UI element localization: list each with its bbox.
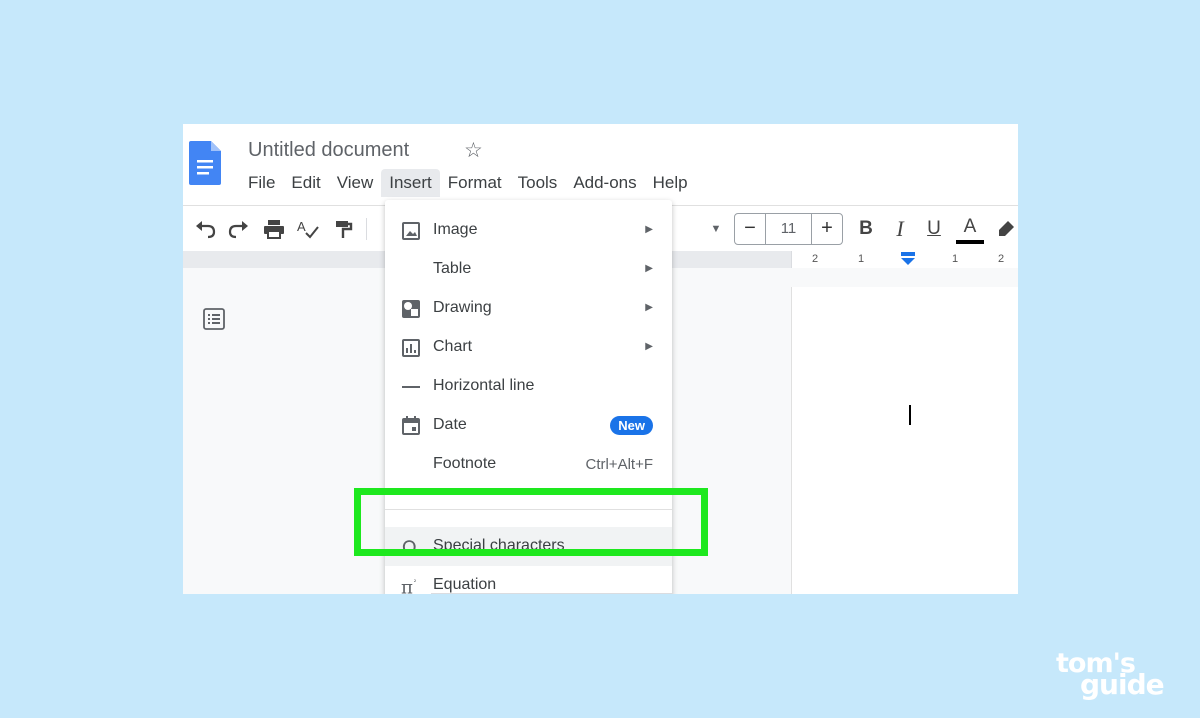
menu-item-label: Date (433, 416, 467, 433)
menu-separator (431, 593, 672, 594)
indent-marker-icon[interactable] (900, 252, 916, 266)
undo-icon[interactable] (191, 214, 219, 244)
ruler[interactable]: 2 1 1 2 (791, 251, 1018, 268)
underline-button[interactable]: U (922, 214, 946, 244)
menu-item-chart[interactable]: Chart ▶ (385, 328, 672, 367)
submenu-arrow-icon: ▶ (645, 302, 653, 313)
google-docs-logo-icon[interactable] (189, 141, 221, 185)
submenu-arrow-icon: ▶ (645, 263, 653, 274)
increase-font-size-button[interactable]: + (812, 214, 842, 244)
menu-view[interactable]: View (329, 169, 382, 197)
image-icon (402, 222, 420, 240)
menu-format[interactable]: Format (440, 169, 510, 197)
toolbar-separator (366, 218, 367, 240)
toms-guide-logo: tom's guide (1056, 648, 1178, 701)
menu-tools[interactable]: Tools (510, 169, 566, 197)
menu-item-label: Chart (433, 338, 473, 355)
spellcheck-icon[interactable]: A (294, 214, 322, 244)
document-page[interactable] (791, 287, 1018, 594)
chart-icon (402, 339, 420, 357)
svg-text:A: A (297, 219, 306, 234)
menu-bar: File Edit View Insert Format Tools Add-o… (240, 169, 696, 197)
document-title[interactable]: Untitled document (248, 139, 409, 162)
keyboard-shortcut: Ctrl+Alt+F (585, 456, 653, 473)
submenu-arrow-icon: ▶ (645, 224, 653, 235)
menu-addons[interactable]: Add-ons (565, 169, 644, 197)
document-outline-icon[interactable] (203, 308, 225, 330)
horizontal-line-icon (402, 386, 420, 388)
menu-help[interactable]: Help (645, 169, 696, 197)
font-dropdown-arrow-icon[interactable]: ▼ (708, 214, 724, 244)
highlight-color-icon[interactable] (994, 214, 1018, 244)
menu-item-label: Footnote (433, 455, 497, 472)
drawing-icon (402, 300, 420, 318)
menu-item-footnote[interactable]: Footnote Ctrl+Alt+F (385, 445, 672, 484)
menu-item-label: Table (433, 260, 472, 277)
pi-icon: π² (401, 577, 417, 594)
menu-item-label: Drawing (433, 299, 492, 316)
menu-item-horizontal-line[interactable]: Horizontal line (385, 367, 672, 406)
text-color-button[interactable]: A (956, 214, 984, 244)
menu-item-label: Equation (433, 576, 497, 593)
menu-insert[interactable]: Insert (381, 169, 440, 197)
submenu-arrow-icon: ▶ (645, 341, 653, 352)
ruler-label: 2 (998, 253, 1005, 265)
menu-item-image[interactable]: Image ▶ (385, 211, 672, 250)
menu-file[interactable]: File (240, 169, 283, 197)
new-badge: New (610, 416, 653, 435)
menu-item-date[interactable]: Date New (385, 406, 672, 445)
ruler-label: 1 (952, 253, 959, 265)
italic-button[interactable]: I (888, 214, 912, 244)
text-cursor (909, 405, 911, 425)
svg-text:π: π (401, 577, 413, 594)
menu-item-label: Image (433, 221, 478, 238)
svg-text:²: ² (414, 579, 417, 586)
font-size-stepper: − 11 + (734, 213, 843, 245)
menu-item-label: Horizontal line (433, 377, 535, 394)
menu-item-drawing[interactable]: Drawing ▶ (385, 289, 672, 328)
paint-format-icon[interactable] (329, 214, 357, 244)
calendar-icon (402, 416, 420, 435)
ruler-label: 2 (812, 253, 819, 265)
star-icon[interactable]: ☆ (464, 138, 483, 163)
redo-icon[interactable] (225, 214, 253, 244)
ruler-label: 1 (858, 253, 865, 265)
print-icon[interactable] (260, 214, 288, 244)
font-size-input[interactable]: 11 (765, 214, 812, 244)
menu-item-equation[interactable]: π² Equation (385, 566, 672, 594)
annotation-highlight-box (354, 488, 708, 556)
menu-item-table[interactable]: Table ▶ (385, 250, 672, 289)
bold-button[interactable]: B (854, 214, 878, 244)
menu-edit[interactable]: Edit (283, 169, 328, 197)
decrease-font-size-button[interactable]: − (735, 214, 765, 244)
logo-line-2: guide (1080, 668, 1165, 701)
